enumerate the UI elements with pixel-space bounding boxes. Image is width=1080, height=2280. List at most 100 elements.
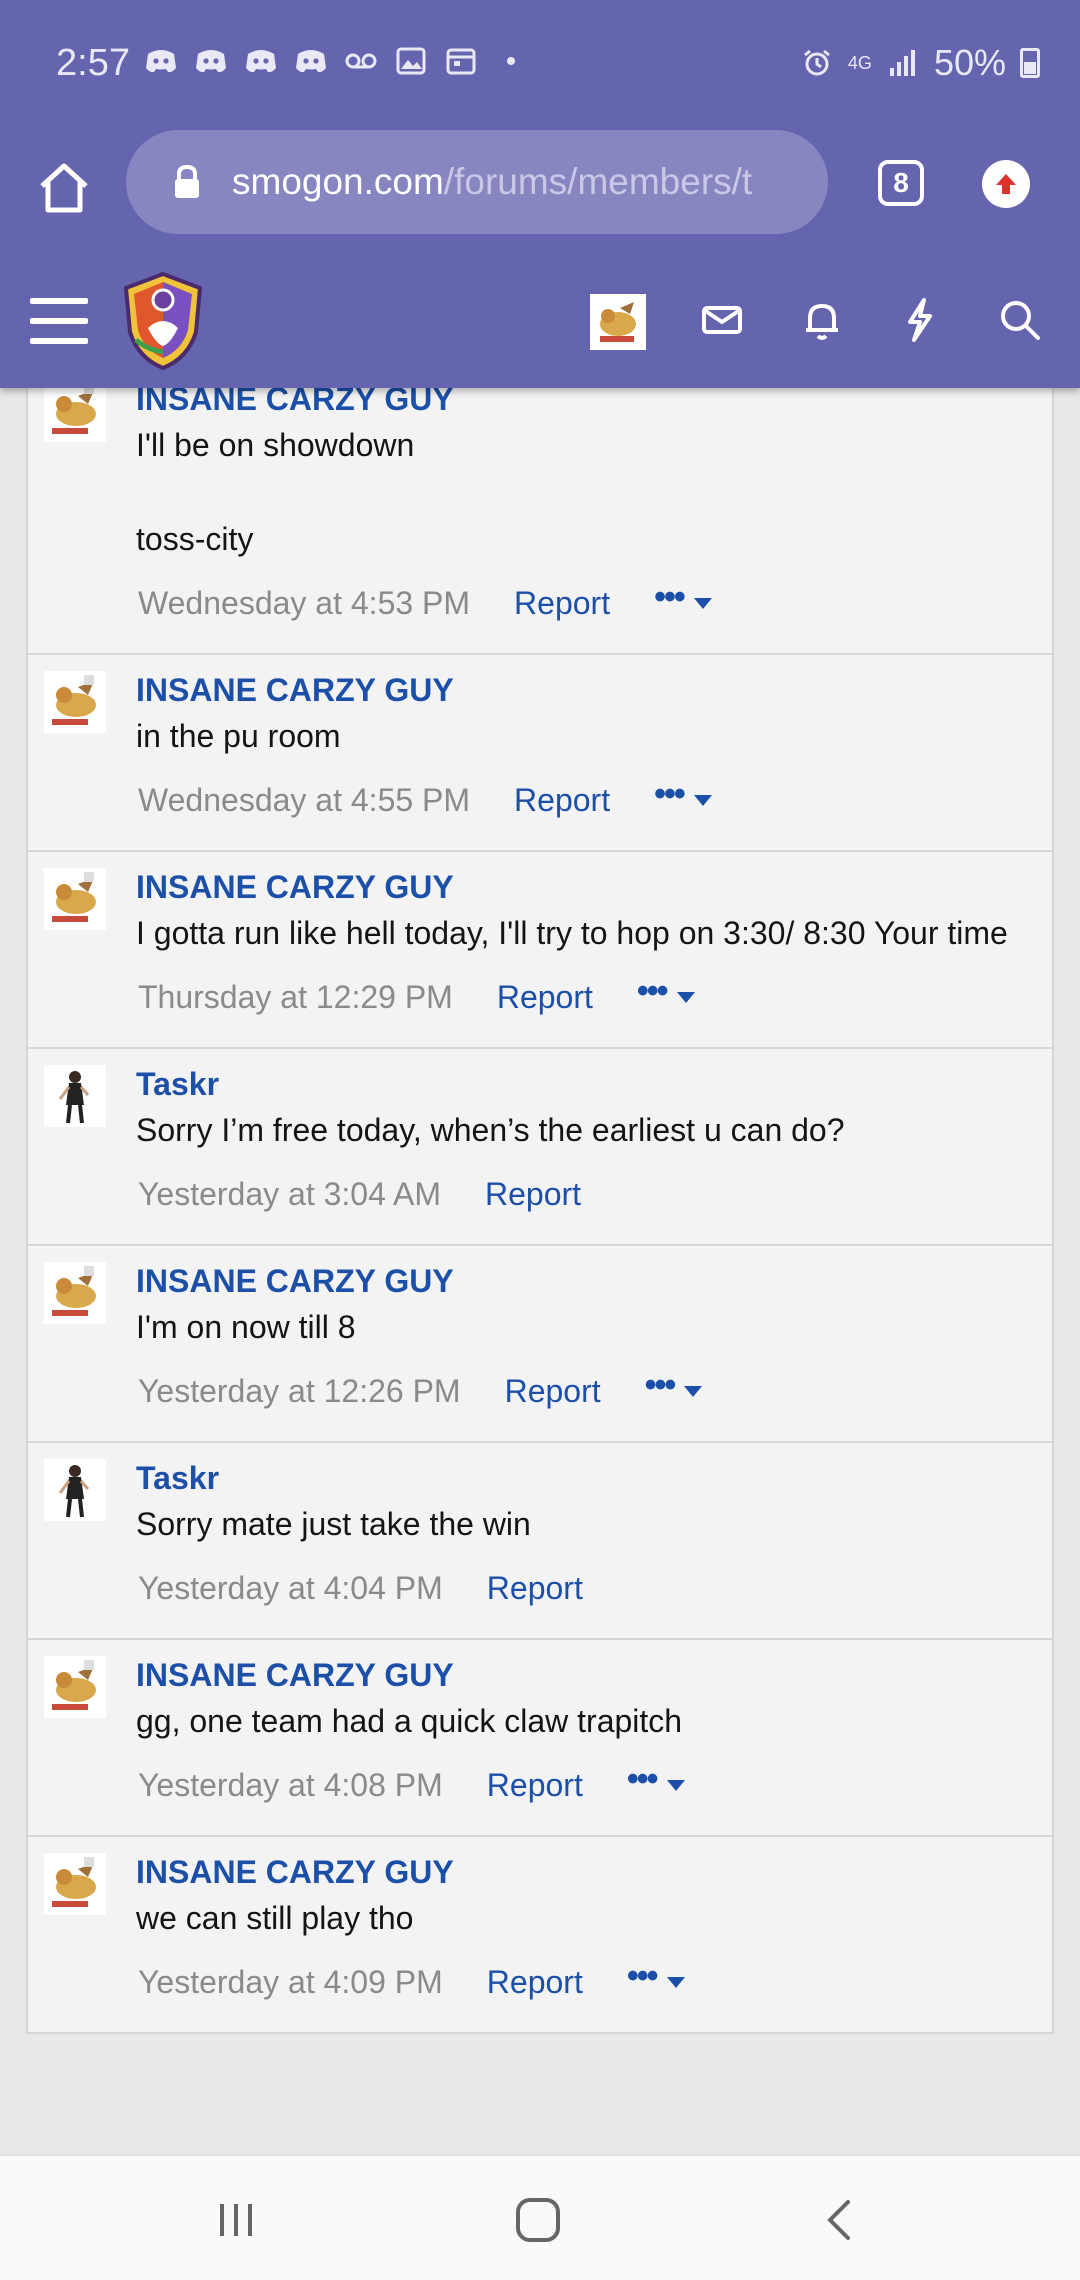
- update-button[interactable]: [982, 160, 1030, 208]
- post-body: INSANE CARZY GUY in the pu room Wednesday …: [28, 655, 1052, 850]
- report-link[interactable]: Report: [487, 1566, 583, 1610]
- post-body: INSANE CARZY GUY I gotta run like hell to…: [28, 852, 1052, 1047]
- profile-post: INSANE CARZY GUY I'll be on showdown toss…: [26, 388, 1054, 655]
- network-type: 4G: [847, 53, 872, 73]
- post-text: I'm on now till 8: [136, 1309, 356, 1345]
- more-dots-icon: •••: [654, 578, 686, 616]
- back-icon[interactable]: [810, 2190, 870, 2250]
- voicemail-icon: [345, 53, 377, 69]
- report-link[interactable]: Report: [497, 975, 593, 1019]
- discord-icon: [196, 50, 226, 73]
- author-avatar[interactable]: [44, 671, 106, 733]
- arrow-up-icon: [996, 174, 1016, 194]
- post-date[interactable]: Wednesday at 4:53 PM: [138, 581, 470, 625]
- author-name[interactable]: INSANE CARZY GUY: [136, 864, 1032, 910]
- message-list: INSANE CARZY GUY I'll be on showdown toss…: [26, 388, 1054, 2034]
- battery-icon: [1020, 48, 1040, 78]
- author-name[interactable]: INSANE CARZY GUY: [136, 1258, 1032, 1304]
- author-name[interactable]: INSANE CARZY GUY: [136, 1849, 1032, 1895]
- browser-toolbar: smogon.com/forums/members/t 8: [0, 130, 1080, 258]
- post-body: INSANE CARZY GUY we can still play tho Yes…: [28, 1837, 1052, 2032]
- author-name[interactable]: INSANE CARZY GUY: [136, 388, 1032, 422]
- chevron-down-icon: [676, 991, 695, 1003]
- author-avatar[interactable]: [44, 1065, 106, 1127]
- author-avatar[interactable]: [44, 388, 106, 442]
- author-name[interactable]: Taskr: [136, 1455, 1032, 1501]
- system-nav-bar: [0, 2154, 1080, 2280]
- report-link[interactable]: Report: [487, 1960, 583, 2004]
- url-path: /forums/members/t: [443, 161, 753, 202]
- post-body: INSANE CARZY GUY gg, one team had a quick…: [28, 1640, 1052, 1835]
- home-icon[interactable]: [34, 158, 94, 218]
- post-date[interactable]: Yesterday at 12:26 PM: [138, 1369, 461, 1413]
- post-date[interactable]: Yesterday at 4:04 PM: [138, 1566, 443, 1610]
- gallery-icon: [396, 47, 426, 75]
- post-text: gg, one team had a quick claw trapitch: [136, 1703, 683, 1739]
- post-meta: Yesterday at 3:04 AM Report: [136, 1172, 1032, 1216]
- dot-icon: [507, 57, 515, 65]
- url-bar[interactable]: smogon.com/forums/members/t: [126, 130, 828, 234]
- discord-icon: [296, 50, 326, 73]
- status-right: 4G 50%: [800, 42, 1040, 84]
- more-options-button[interactable]: •••: [637, 974, 695, 1008]
- report-link[interactable]: Report: [487, 1763, 583, 1807]
- post-date[interactable]: Yesterday at 4:09 PM: [138, 1960, 443, 2004]
- post-date[interactable]: Yesterday at 4:08 PM: [138, 1763, 443, 1807]
- report-link[interactable]: Report: [505, 1369, 601, 1413]
- battery-percent: 50%: [933, 42, 1006, 83]
- report-link[interactable]: Report: [514, 581, 610, 625]
- tabs-button[interactable]: 8: [878, 160, 924, 206]
- more-dots-icon: •••: [626, 1760, 659, 1798]
- more-dots-icon: •••: [626, 1957, 659, 1995]
- post-body: Taskr Sorry mate just take the win Yesterd…: [28, 1443, 1052, 1638]
- status-bar: 2:57 4G 50%: [0, 0, 1080, 130]
- post-body: INSANE CARZY GUY I'll be on showdown toss…: [28, 388, 1052, 653]
- chevron-down-icon: [693, 794, 712, 806]
- alarm-icon: [803, 49, 830, 76]
- lightning-icon[interactable]: [896, 296, 944, 344]
- smogon-logo[interactable]: [118, 270, 208, 370]
- report-link[interactable]: Report: [514, 778, 610, 822]
- report-link[interactable]: Report: [485, 1172, 581, 1216]
- post-date[interactable]: Yesterday at 3:04 AM: [138, 1172, 441, 1216]
- post-date[interactable]: Wednesday at 4:55 PM: [138, 778, 470, 822]
- author-avatar[interactable]: [44, 1656, 106, 1718]
- more-options-button[interactable]: •••: [627, 1762, 685, 1796]
- tab-count: 8: [893, 167, 909, 198]
- search-icon[interactable]: [996, 296, 1044, 344]
- post-date[interactable]: Thursday at 12:29 PM: [138, 975, 453, 1019]
- author-avatar[interactable]: [44, 1853, 106, 1915]
- bell-icon[interactable]: [798, 296, 846, 344]
- author-name[interactable]: INSANE CARZY GUY: [136, 1652, 1032, 1698]
- menu-icon[interactable]: [30, 298, 88, 348]
- status-time: 2:57: [56, 42, 130, 84]
- url-text: smogon.com/forums/members/t: [232, 161, 752, 203]
- user-avatar[interactable]: [590, 294, 646, 350]
- more-options-button[interactable]: •••: [654, 777, 712, 811]
- more-options-button[interactable]: •••: [654, 580, 712, 614]
- more-dots-icon: •••: [644, 1366, 677, 1404]
- calendar-icon: [446, 48, 476, 75]
- site-header: [0, 258, 1080, 388]
- profile-post: INSANE CARZY GUY in the pu room Wednesday …: [26, 655, 1054, 852]
- discord-icon: [146, 50, 176, 73]
- home-button-icon[interactable]: [508, 2190, 568, 2250]
- signal-icon: [889, 50, 915, 76]
- more-options-button[interactable]: •••: [645, 1368, 703, 1402]
- author-avatar[interactable]: [44, 868, 106, 930]
- recent-apps-icon[interactable]: [206, 2190, 266, 2250]
- post-body: INSANE CARZY GUY I'm on now till 8 Yesterd…: [28, 1246, 1052, 1441]
- author-avatar[interactable]: [44, 1459, 106, 1521]
- author-name[interactable]: INSANE CARZY GUY: [136, 667, 1032, 713]
- notification-icons: [144, 46, 528, 76]
- chevron-down-icon: [666, 1779, 685, 1791]
- mail-icon[interactable]: [698, 296, 746, 344]
- more-options-button[interactable]: •••: [627, 1959, 685, 1993]
- post-text: we can still play tho: [136, 1900, 414, 1936]
- author-avatar[interactable]: [44, 1262, 106, 1324]
- profile-post: INSANE CARZY GUY I'm on now till 8 Yesterd…: [26, 1246, 1054, 1443]
- profile-post: INSANE CARZY GUY I gotta run like hell to…: [26, 852, 1054, 1049]
- avatar-image: [600, 302, 636, 342]
- post-meta: Yesterday at 4:08 PM Report •••: [136, 1762, 1032, 1807]
- author-name[interactable]: Taskr: [136, 1061, 1032, 1107]
